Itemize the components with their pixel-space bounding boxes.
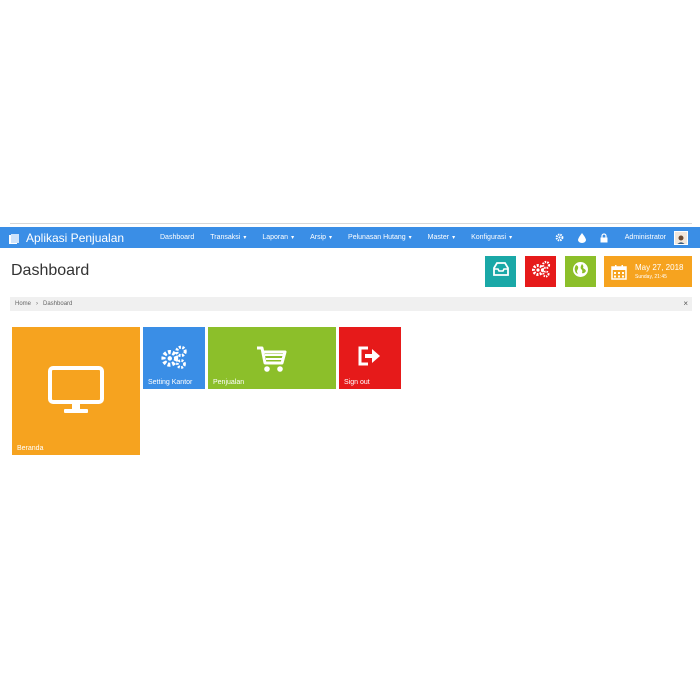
tile-sign-out[interactable]: Sign out <box>339 327 401 389</box>
navbar: Aplikasi Penjualan Dashboard Transaksi ▾ … <box>0 227 700 248</box>
date-widget: May 27, 2018 Sunday, 21:45 <box>604 256 692 287</box>
globe-button[interactable] <box>565 256 596 287</box>
caret-down-icon: ▾ <box>329 235 333 241</box>
inbox-button[interactable] <box>485 256 516 287</box>
inbox-icon <box>492 262 509 281</box>
menu-item-pelunasan-hutang[interactable]: Pelunasan Hutang ▾ <box>348 234 412 241</box>
main-menu: Dashboard Transaksi ▾ Laporan ▾ Arsip ▾ Pel… <box>160 234 528 241</box>
menu-label: Transaksi <box>210 234 241 241</box>
gears-icon <box>531 260 551 283</box>
caret-down-icon: ▾ <box>291 235 295 241</box>
menu-item-transaksi[interactable]: Transaksi ▾ <box>210 234 246 241</box>
menu-item-dashboard[interactable]: Dashboard <box>160 234 194 241</box>
close-icon[interactable]: × <box>683 299 688 308</box>
page-title: Dashboard <box>11 262 90 279</box>
caret-down-icon: ▾ <box>243 235 247 241</box>
cart-icon <box>256 345 288 378</box>
tile-penjualan[interactable]: Penjualan <box>208 327 336 389</box>
caret-down-icon: ▾ <box>408 235 412 241</box>
sign-out-icon <box>358 346 382 371</box>
lock-icon[interactable] <box>599 232 609 243</box>
menu-label: Pelunasan Hutang <box>348 234 406 241</box>
tile-label: Sign out <box>344 379 370 386</box>
menu-item-konfigurasi[interactable]: Konfigurasi ▾ <box>471 234 512 241</box>
breadcrumb: Home › Dashboard × <box>10 297 692 311</box>
brand[interactable]: Aplikasi Penjualan <box>8 231 156 245</box>
tile-beranda[interactable]: Beranda <box>12 327 140 455</box>
calendar-icon <box>611 264 627 280</box>
breadcrumb-current: Dashboard <box>43 301 73 307</box>
tile-setting-kantor[interactable]: Setting Kantor <box>143 327 205 389</box>
globe-icon <box>572 261 589 283</box>
app-logo-icon <box>8 232 20 244</box>
caret-down-icon: ▾ <box>509 235 513 241</box>
menu-item-arsip[interactable]: Arsip ▾ <box>310 234 332 241</box>
tile-label: Setting Kantor <box>148 379 193 386</box>
menu-label: Master <box>427 234 450 241</box>
gears-icon <box>160 344 188 375</box>
time-value: Sunday, 21:45 <box>635 273 667 280</box>
tile-label: Beranda <box>17 445 44 452</box>
menu-label: Konfigurasi <box>471 234 507 241</box>
top-divider <box>10 223 692 224</box>
tile-label: Penjualan <box>213 379 245 386</box>
menu-label: Arsip <box>310 234 327 241</box>
breadcrumb-separator: › <box>36 301 39 307</box>
app-title: Aplikasi Penjualan <box>26 230 125 245</box>
menu-item-master[interactable]: Master ▾ <box>428 234 455 241</box>
monitor-icon <box>48 366 104 421</box>
nav-right: Administrator <box>543 227 688 248</box>
avatar[interactable] <box>674 230 688 245</box>
breadcrumb-home[interactable]: Home <box>15 301 31 307</box>
settings-button[interactable] <box>525 256 556 287</box>
menu-item-laporan[interactable]: Laporan ▾ <box>262 234 294 241</box>
date-text: May 27, 2018 Sunday, 21:45 <box>635 262 684 280</box>
menu-label: Dashboard <box>160 234 195 241</box>
gear-icon[interactable] <box>555 233 565 243</box>
tint-icon[interactable] <box>577 232 587 243</box>
caret-down-icon: ▾ <box>452 235 456 241</box>
menu-label: Laporan <box>262 234 289 241</box>
user-name[interactable]: Administrator <box>625 234 666 241</box>
date-value: May 27, 2018 <box>635 262 684 272</box>
